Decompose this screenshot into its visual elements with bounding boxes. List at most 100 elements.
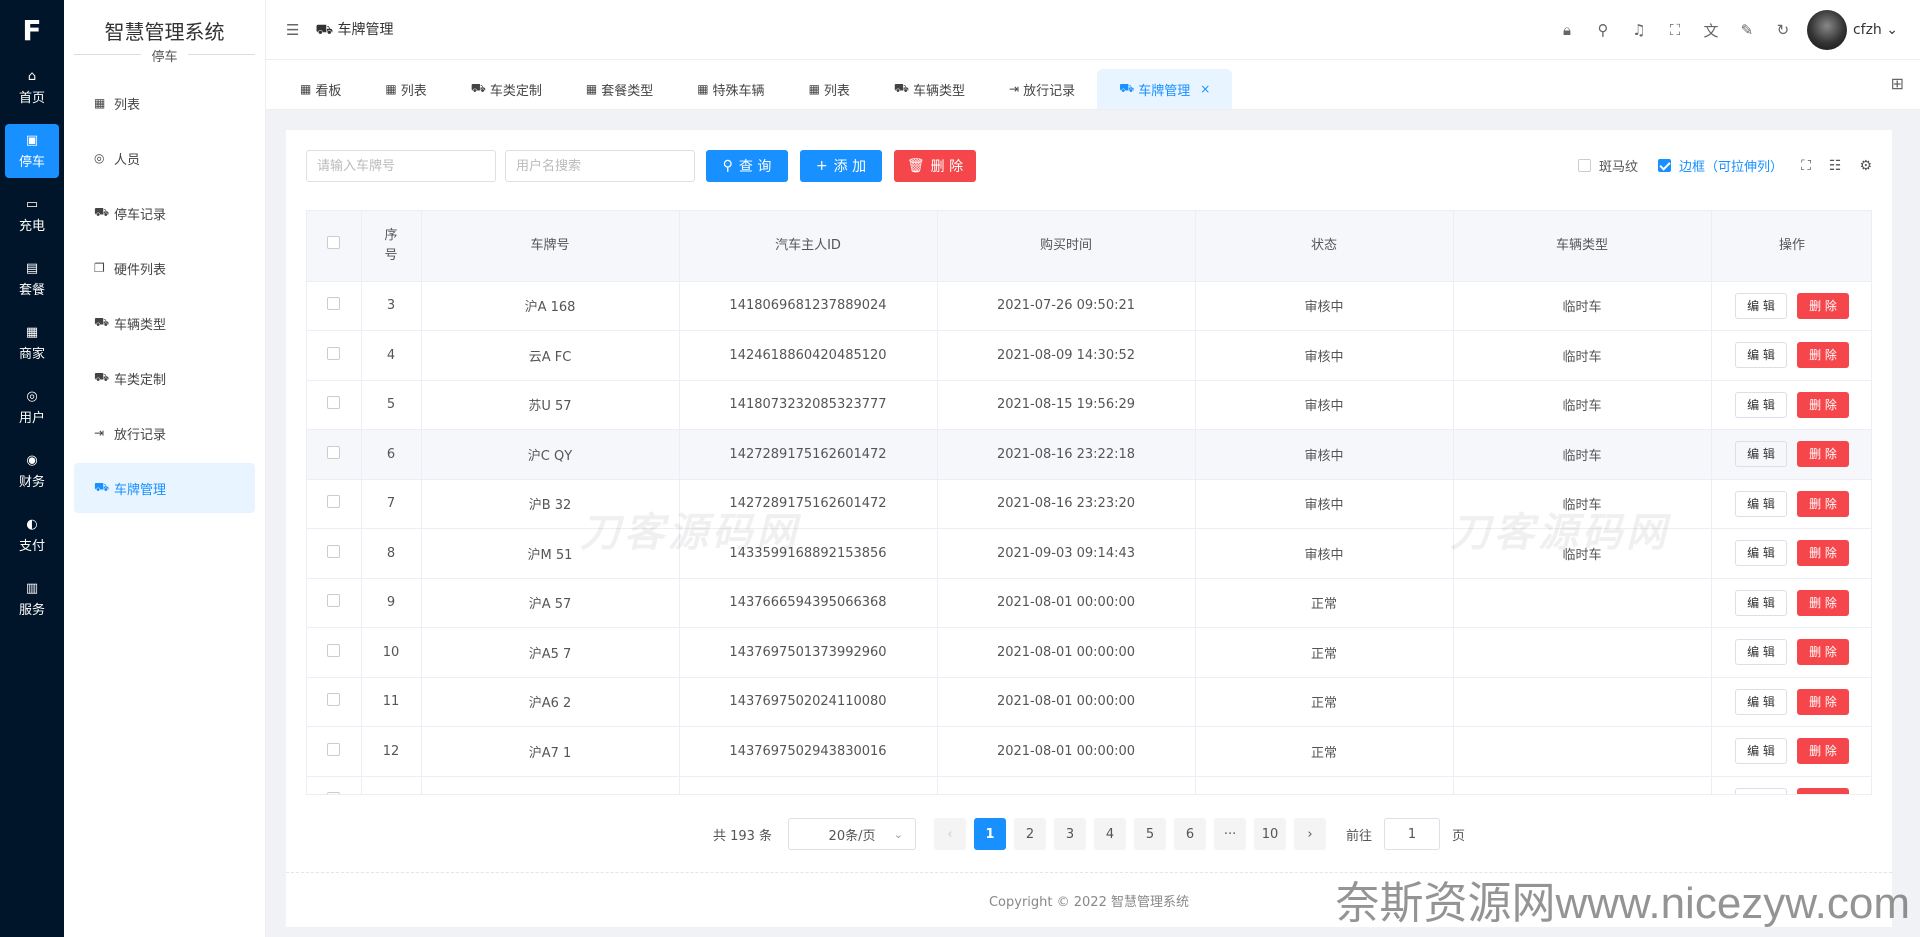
delete-row-button[interactable]: 删 除: [1797, 441, 1849, 468]
add-button[interactable]: + 添 加: [800, 150, 882, 182]
lock-icon[interactable]: 🔒︎: [1549, 21, 1585, 39]
column-settings-icon[interactable]: ☷: [1829, 158, 1842, 174]
table-row[interactable]: 3 沪A 168 1418069681237889024 2021-07-26 09:…: [307, 281, 1871, 331]
edit-button[interactable]: 编 辑: [1735, 639, 1787, 666]
select-all-checkbox[interactable]: [327, 235, 341, 249]
tab-7[interactable]: ⇥ 放行记录: [987, 69, 1097, 109]
rail-item-7[interactable]: ◐ 支付: [5, 508, 59, 562]
tab-5[interactable]: ▦ 列表: [787, 69, 872, 109]
rail-item-8[interactable]: ▥ 服务: [5, 572, 59, 626]
page-button[interactable]: 2: [1014, 818, 1047, 850]
row-checkbox[interactable]: [327, 346, 341, 360]
translate-icon[interactable]: 文: [1693, 20, 1729, 41]
row-checkbox[interactable]: [327, 445, 341, 459]
fullscreen-icon[interactable]: ⛶: [1657, 21, 1693, 39]
edit-button[interactable]: 编 辑: [1735, 787, 1787, 794]
table-row[interactable]: 10 沪A5 7 1437697501373992960 2021-08-01 00:…: [307, 627, 1871, 678]
edit-button[interactable]: 编 辑: [1735, 490, 1787, 517]
edit-button[interactable]: 编 辑: [1735, 292, 1787, 319]
next-page-button[interactable]: ›: [1294, 818, 1327, 850]
delete-row-button[interactable]: 删 除: [1797, 540, 1849, 567]
row-checkbox[interactable]: [327, 792, 341, 794]
table-row[interactable]: 13沪A 814376975040580816002021-08-01 00:0…: [307, 776, 1871, 794]
delete-button[interactable]: 🗑︎ 删 除: [894, 150, 976, 182]
row-checkbox[interactable]: [327, 693, 341, 707]
table-row[interactable]: 12 沪A7 1 1437697502943830016 2021-08-01 00:…: [307, 726, 1871, 777]
rail-item-1[interactable]: ▣ 停车: [5, 124, 59, 178]
table-row[interactable]: 6 沪C QY 1427289175162601472 2021-08-16 23:2…: [307, 429, 1871, 480]
edit-button[interactable]: 编 辑: [1735, 441, 1787, 468]
rail-item-2[interactable]: ▭ 充电: [5, 188, 59, 242]
menu-item-7[interactable]: ⛟ 车牌管理: [74, 463, 255, 513]
menu-item-6[interactable]: ⇥ 放行记录: [74, 408, 255, 458]
menu-item-1[interactable]: ◎ 人员: [74, 133, 255, 183]
tab-0[interactable]: ▦ 看板: [278, 69, 363, 109]
tab-2[interactable]: ⛟ 车类定制: [449, 69, 564, 109]
row-checkbox[interactable]: [327, 594, 341, 608]
page-button[interactable]: 4: [1094, 818, 1127, 850]
page-size-select[interactable]: 20条/页 ⌄: [788, 818, 917, 850]
menu-item-5[interactable]: ⛟ 车类定制: [74, 353, 255, 403]
border-toggle[interactable]: 边框（可拉伸列）: [1658, 156, 1783, 175]
tab-6[interactable]: ⛟ 车辆类型: [872, 69, 987, 109]
fullscreen-icon[interactable]: ⛶: [1801, 158, 1811, 174]
edit-button[interactable]: 编 辑: [1735, 589, 1787, 616]
edit-button[interactable]: 编 辑: [1735, 688, 1787, 715]
stripe-checkbox[interactable]: [1578, 159, 1592, 172]
bell-icon[interactable]: ♫: [1621, 21, 1657, 39]
prev-page-button[interactable]: ‹: [934, 818, 967, 850]
row-checkbox[interactable]: [327, 544, 341, 558]
border-checkbox[interactable]: [1658, 159, 1672, 172]
tab-4[interactable]: ▦ 特殊车辆: [675, 69, 786, 109]
row-checkbox[interactable]: [327, 643, 341, 657]
menu-item-4[interactable]: ⛟ 车辆类型: [74, 298, 255, 348]
tab-3[interactable]: ▦ 套餐类型: [564, 69, 675, 109]
delete-row-button[interactable]: 删 除: [1797, 490, 1849, 517]
edit-button[interactable]: 编 辑: [1735, 738, 1787, 765]
delete-row-button[interactable]: 删 除: [1797, 787, 1849, 794]
delete-row-button[interactable]: 删 除: [1797, 292, 1849, 319]
menu-item-0[interactable]: ▦ 列表: [74, 78, 255, 128]
edit-button[interactable]: 编 辑: [1735, 342, 1787, 369]
row-checkbox[interactable]: [327, 297, 341, 311]
collapse-menu-icon[interactable]: ☰: [286, 21, 299, 39]
row-checkbox[interactable]: [327, 396, 341, 410]
page-button[interactable]: ···: [1214, 818, 1247, 850]
goto-page-input[interactable]: [1384, 818, 1441, 850]
menu-item-3[interactable]: ❐ 硬件列表: [74, 243, 255, 293]
table-row[interactable]: 9 沪A 57 1437666594395066368 2021-08-01 00:0…: [307, 578, 1871, 628]
rail-item-4[interactable]: ▦ 商家: [5, 316, 59, 370]
page-button[interactable]: 5: [1134, 818, 1167, 850]
plate-search-input[interactable]: [306, 150, 496, 182]
theme-icon[interactable]: ✎: [1729, 21, 1765, 39]
rail-item-5[interactable]: ◎ 用户: [5, 380, 59, 434]
table-row[interactable]: 4 云A FC 1424618860420485120 2021-08-09 14:3…: [307, 330, 1871, 381]
rail-item-3[interactable]: ▤ 套餐: [5, 252, 59, 306]
query-button[interactable]: ⚲ 查 询: [706, 150, 788, 182]
menu-item-2[interactable]: ⛟ 停车记录: [74, 188, 255, 238]
edit-button[interactable]: 编 辑: [1735, 540, 1787, 567]
refresh-icon[interactable]: ↻: [1765, 21, 1801, 39]
stripe-toggle[interactable]: 斑马纹: [1578, 156, 1638, 175]
page-button[interactable]: 3: [1054, 818, 1087, 850]
delete-row-button[interactable]: 删 除: [1797, 342, 1849, 369]
delete-row-button[interactable]: 删 除: [1797, 688, 1849, 715]
page-button[interactable]: 1: [974, 818, 1007, 850]
rail-item-0[interactable]: ⌂ 首页: [5, 60, 59, 114]
edit-button[interactable]: 编 辑: [1735, 391, 1787, 418]
avatar[interactable]: [1806, 10, 1847, 50]
table-row[interactable]: 11 沪A6 2 1437697502024110080 2021-08-01 00:…: [307, 677, 1871, 727]
app-logo[interactable]: F: [0, 0, 64, 60]
delete-row-button[interactable]: 删 除: [1797, 391, 1849, 418]
tab-8[interactable]: ⛟ 车牌管理 ×: [1097, 69, 1233, 109]
delete-row-button[interactable]: 删 除: [1797, 738, 1849, 765]
rail-item-6[interactable]: ◉ 财务: [5, 444, 59, 498]
username-search-input[interactable]: [505, 150, 695, 182]
username-dropdown[interactable]: cfzh ⌄: [1853, 22, 1898, 38]
table-row[interactable]: 5 苏U 57 1418073232085323777 2021-08-15 19:5…: [307, 380, 1871, 430]
row-checkbox[interactable]: [327, 742, 341, 756]
delete-row-button[interactable]: 删 除: [1797, 639, 1849, 666]
search-icon[interactable]: ⚲: [1585, 21, 1621, 39]
tab-1[interactable]: ▦ 列表: [363, 69, 448, 109]
page-button[interactable]: 6: [1174, 818, 1207, 850]
